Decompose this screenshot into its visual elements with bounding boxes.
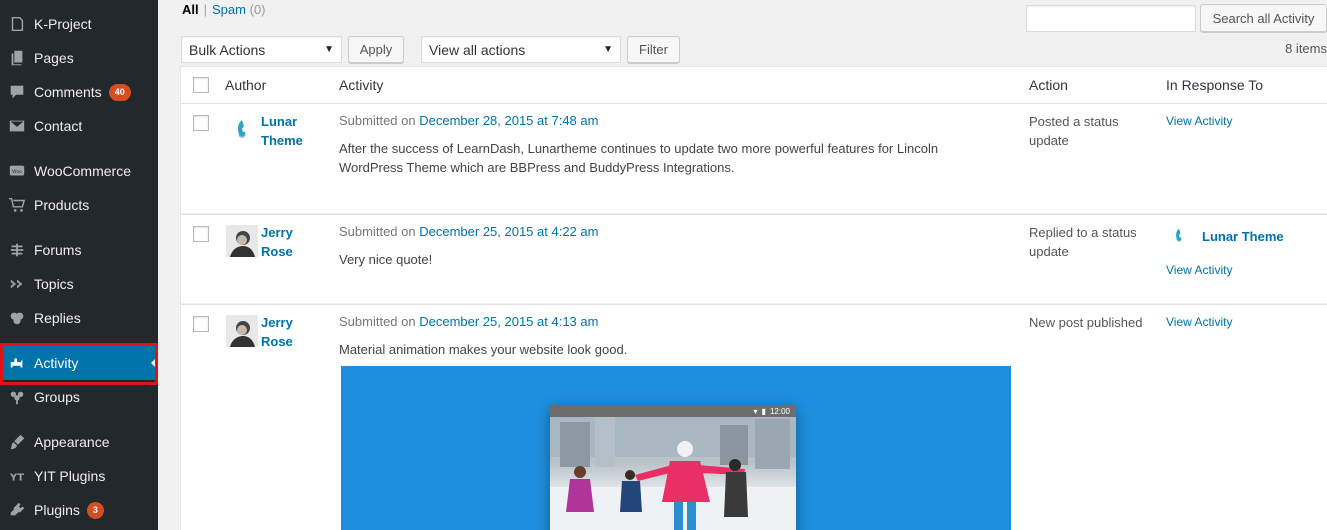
sidebar-item-pages[interactable]: Pages [0, 41, 158, 75]
lunar-theme-logo-icon [238, 120, 246, 138]
table-header: Author Activity Action In Response To [181, 67, 1327, 104]
sidebar-item-replies[interactable]: Replies [0, 301, 158, 335]
yit-icon: YT [0, 467, 34, 485]
views-separator: | [203, 2, 208, 17]
table-row: Lunar Theme Submitted on December 28, 201… [181, 104, 1327, 214]
spam-count: (0) [249, 2, 266, 17]
view-filters: All | Spam (0) [182, 2, 266, 17]
search-button[interactable]: Search all Activity [1200, 4, 1327, 32]
woocommerce-icon: Woo [0, 162, 34, 180]
svg-text:Woo: Woo [12, 169, 22, 175]
row-checkbox[interactable] [193, 115, 209, 131]
phone-time: 12:00 [769, 406, 790, 416]
submitted-info: Submitted on December 28, 2015 at 7:48 a… [339, 113, 599, 128]
sidebar-item-appearance[interactable]: Appearance [0, 425, 158, 459]
items-count: 8 items [1285, 41, 1327, 56]
comment-icon [0, 83, 34, 101]
pages-icon [0, 49, 34, 67]
view-activity-link[interactable]: View Activity [1166, 114, 1232, 128]
sidebar-item-topics[interactable]: Topics [0, 267, 158, 301]
wifi-icon: ▾ [753, 406, 758, 416]
author-name[interactable]: Jerry Rose [261, 223, 321, 261]
dropdown-arrow-icon: ▼ [324, 44, 334, 55]
row-checkbox[interactable] [193, 316, 209, 332]
avatar [226, 315, 258, 347]
lunar-theme-logo-icon [1176, 228, 1182, 242]
avatar [226, 225, 258, 257]
user-avatar-photo [226, 225, 258, 257]
phone-mockup: ▾ ▮ 12:00 [550, 405, 796, 530]
activity-date-link[interactable]: December 28, 2015 at 7:48 am [419, 113, 598, 128]
view-actions-value: View all actions [429, 41, 526, 58]
sidebar-item-woocommerce[interactable]: Woo WooCommerce [0, 154, 158, 188]
sidebar-item-products[interactable]: Products [0, 188, 158, 222]
view-activity-link[interactable]: View Activity [1166, 315, 1232, 329]
activity-content: Very nice quote! [339, 252, 433, 267]
submitted-info: Submitted on December 25, 2015 at 4:13 a… [339, 314, 599, 329]
row-checkbox[interactable] [193, 226, 209, 242]
topics-icon [0, 275, 34, 293]
groups-icon [0, 388, 34, 406]
sidebar-item-k-project[interactable]: K-Project [0, 7, 158, 41]
brush-icon [0, 433, 34, 451]
select-all-checkbox[interactable] [193, 77, 209, 93]
column-action: Action [1029, 77, 1068, 93]
activity-date-link[interactable]: December 25, 2015 at 4:13 am [419, 314, 598, 329]
page-icon [0, 15, 34, 33]
action-type: Replied to a status update [1029, 225, 1137, 259]
bulk-actions-value: Bulk Actions [189, 41, 266, 58]
plugin-icon [0, 501, 34, 519]
sidebar-item-plugins[interactable]: Plugins 3 [0, 493, 158, 527]
plugins-update-badge: 3 [86, 501, 104, 519]
sidebar-item-contact[interactable]: Contact [0, 109, 158, 143]
action-type: New post published [1029, 315, 1143, 330]
avatar [226, 114, 258, 146]
column-activity: Activity [339, 77, 384, 93]
dropdown-arrow-icon: ▼ [603, 44, 613, 55]
apply-button[interactable]: Apply [348, 36, 404, 63]
view-actions-select[interactable]: View all actions ▼ [421, 36, 621, 63]
filter-button[interactable]: Filter [627, 36, 680, 63]
author-name[interactable]: Jerry Rose [261, 313, 321, 351]
search-input[interactable] [1026, 5, 1196, 32]
author-name[interactable]: Lunar Theme [261, 112, 321, 150]
view-all-link[interactable]: All [182, 2, 199, 17]
submitted-info: Submitted on December 25, 2015 at 4:22 a… [339, 224, 599, 239]
view-activity-link[interactable]: View Activity [1166, 263, 1232, 277]
replies-icon [0, 309, 34, 327]
ice-skaters-image [550, 417, 796, 530]
admin-sidebar: K-Project Pages Comments 40 Contact Woo … [0, 0, 158, 530]
response-author[interactable]: Lunar Theme [1171, 225, 1284, 247]
activity-media-preview[interactable]: ▾ ▮ 12:00 [341, 366, 1011, 530]
comments-count-badge: 40 [108, 83, 131, 101]
activity-date-link[interactable]: December 25, 2015 at 4:22 am [419, 224, 598, 239]
response-author-name: Lunar Theme [1202, 228, 1284, 244]
table-row: Jerry Rose Submitted on December 25, 2015… [181, 214, 1327, 304]
sidebar-item-activity[interactable]: Activity [0, 346, 158, 380]
bulk-actions-select[interactable]: Bulk Actions ▼ [181, 36, 342, 63]
user-avatar-photo [226, 315, 258, 347]
cart-icon [0, 196, 34, 214]
sidebar-item-forums[interactable]: Forums [0, 233, 158, 267]
sidebar-item-groups[interactable]: Groups [0, 380, 158, 414]
sidebar-item-comments[interactable]: Comments 40 [0, 75, 158, 109]
activity-content: After the success of LearnDash, Lunarthe… [339, 141, 939, 175]
phone-status-bar: ▾ ▮ 12:00 [550, 405, 796, 417]
sidebar-item-yit-plugins[interactable]: YT YIT Plugins [0, 459, 158, 493]
mail-icon [0, 117, 34, 135]
battery-icon: ▮ [761, 406, 766, 416]
action-type: Posted a status update [1029, 114, 1119, 148]
svg-text:YT: YT [9, 473, 24, 484]
view-spam-link[interactable]: Spam [212, 2, 246, 17]
skating-photo [550, 417, 796, 530]
column-in-response-to: In Response To [1166, 77, 1264, 93]
forums-icon [0, 241, 34, 259]
activity-table: Author Activity Action In Response To Lu… [180, 66, 1327, 530]
activity-icon [0, 354, 34, 372]
column-author: Author [225, 77, 267, 93]
activity-content: Material animation makes your website lo… [339, 342, 628, 357]
